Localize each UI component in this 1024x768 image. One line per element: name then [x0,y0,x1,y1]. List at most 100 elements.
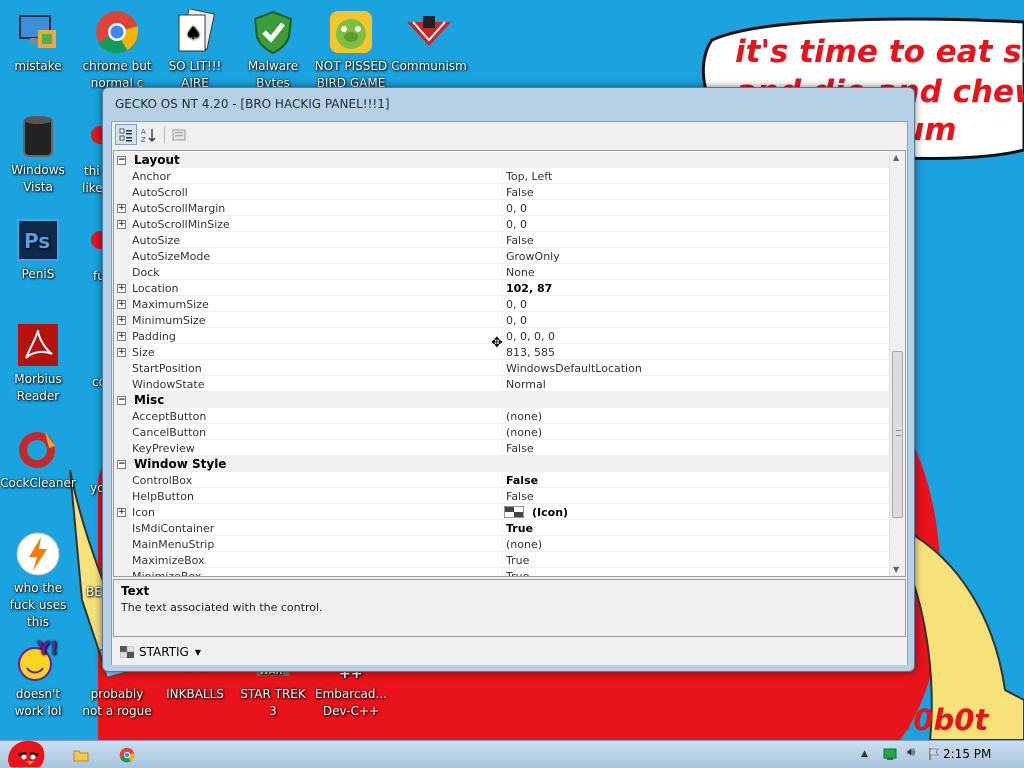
property-value[interactable]: 0, 0 [506,218,527,231]
expand-icon[interactable]: + [117,332,126,341]
property-value[interactable]: None [506,266,535,279]
property-value[interactable]: GrowOnly [506,250,560,263]
column-divider[interactable] [502,184,503,200]
property-value[interactable]: 0, 0 [506,202,527,215]
property-value[interactable]: True [506,554,529,567]
column-divider[interactable] [502,200,503,216]
property-value[interactable]: 102, 87 [506,282,552,295]
taskbar-explorer-button[interactable] [70,744,92,766]
expand-icon[interactable]: + [117,220,126,229]
column-divider[interactable] [502,168,503,184]
startig-split-button[interactable]: STARTIG ▼ [120,643,201,661]
category-row[interactable]: − Window Style [114,456,890,472]
desktop-icon-windows-vista[interactable]: Windows Vista [0,112,76,196]
property-row[interactable]: WindowState Normal [114,376,890,392]
column-divider[interactable] [502,408,503,424]
desktop-icon-photoshop[interactable]: Ps PeniS [0,216,76,283]
property-row[interactable]: Anchor Top, Left [114,168,890,184]
property-value[interactable]: 0, 0 [506,298,527,311]
property-row[interactable]: + Icon (Icon) [114,504,890,520]
clock[interactable]: 2:15 PM [943,747,991,761]
expand-icon[interactable]: + [117,204,126,213]
expand-icon[interactable]: + [117,348,126,357]
category-row[interactable]: − Misc [114,392,890,408]
desktop-icon-lightning[interactable]: who the fuck uses this [0,530,76,631]
taskbar-chrome-button[interactable] [116,744,138,766]
desktop-icon-yahoo[interactable]: Y! doesn't work lol [0,636,76,720]
property-row[interactable]: AutoSizeMode GrowOnly [114,248,890,264]
property-row[interactable]: ControlBox False [114,472,890,488]
column-divider[interactable] [502,568,503,576]
collapse-icon[interactable]: − [117,396,126,405]
dropdown-arrow-icon[interactable]: ▼ [195,648,201,657]
property-row[interactable]: StartPosition WindowsDefaultLocation [114,360,890,376]
property-value[interactable]: Top, Left [506,170,552,183]
desktop-icon-mistake[interactable]: mistake [0,8,76,75]
property-row[interactable]: IsMdiContainer True [114,520,890,536]
desktop-icon-cockcleaner[interactable]: CockCleaner [0,425,76,492]
properties-window[interactable]: GECKO OS NT 4.20 - [BRO HACKIG PANEL!!!1… [102,87,915,672]
property-value[interactable]: 0, 0, 0, 0 [506,330,555,343]
property-row[interactable]: MaximizeBox True [114,552,890,568]
show-hidden-icon[interactable]: ▲ [861,749,868,759]
property-value[interactable]: (Icon) [532,506,568,519]
column-divider[interactable] [502,424,503,440]
property-value[interactable]: (none) [506,538,542,551]
property-value[interactable]: False [506,442,534,455]
property-row[interactable]: + AutoScrollMinSize 0, 0 [114,216,890,232]
property-value[interactable]: Normal [506,378,546,391]
alphabetical-button[interactable]: AZ [138,124,160,145]
property-value[interactable]: True [506,570,529,576]
volume-icon[interactable]: 🔊︎ [907,745,915,760]
expand-icon[interactable]: + [117,508,126,517]
property-row[interactable]: CancelButton (none) [114,424,890,440]
desktop-icon-chrome[interactable]: chrome but normal c [79,8,155,92]
property-value[interactable]: 813, 585 [506,346,555,359]
property-grid[interactable]: − Layout Anchor Top, Left AutoScroll False + Au… [113,150,906,577]
vertical-scrollbar[interactable]: ▲ ▼ [889,151,905,576]
expand-icon[interactable]: + [117,300,126,309]
property-row[interactable]: AcceptButton (none) [114,408,890,424]
category-row[interactable]: − Layout [114,152,890,168]
window-title[interactable]: GECKO OS NT 4.20 - [BRO HACKIG PANEL!!!1… [103,88,914,122]
column-divider[interactable] [502,312,503,328]
property-row[interactable]: + MaximumSize 0, 0 [114,296,890,312]
collapse-icon[interactable]: − [117,156,126,165]
property-row[interactable]: + Location 102, 87 [114,280,890,296]
property-row[interactable]: AutoSize False [114,232,890,248]
property-value[interactable]: False [506,490,534,503]
expand-icon[interactable]: + [117,284,126,293]
column-divider[interactable] [502,216,503,232]
property-row[interactable]: AutoScroll False [114,184,890,200]
property-value[interactable]: False [506,234,534,247]
property-value[interactable]: 0, 0 [506,314,527,327]
property-value[interactable]: False [506,186,534,199]
column-divider[interactable] [502,472,503,488]
desktop-icon-bird-game[interactable]: NOT PISSED BIRD GAME [313,8,389,92]
property-value[interactable]: (none) [506,410,542,423]
scroll-up-arrow-icon[interactable]: ▲ [893,153,899,162]
property-row[interactable]: MinimizeBox True [114,568,890,576]
property-row[interactable]: HelpButton False [114,488,890,504]
column-divider[interactable] [502,232,503,248]
property-value[interactable]: WindowsDefaultLocation [506,362,642,375]
column-divider[interactable] [502,520,503,536]
column-divider[interactable] [502,296,503,312]
column-divider[interactable] [502,552,503,568]
property-row[interactable]: MainMenuStrip (none) [114,536,890,552]
desktop-icon-malwarebytes[interactable]: Malware Bytes [235,8,311,92]
column-divider[interactable] [502,376,503,392]
desktop-icon-morbius-reader[interactable]: Morbius Reader [0,321,76,405]
column-divider[interactable] [502,536,503,552]
column-divider[interactable] [502,440,503,456]
categorized-button[interactable] [115,124,137,145]
property-value[interactable]: (none) [506,426,542,439]
column-divider[interactable] [502,280,503,296]
collapse-icon[interactable]: − [117,460,126,469]
scroll-down-arrow-icon[interactable]: ▼ [893,565,899,574]
property-value[interactable]: False [506,474,538,487]
desktop-icon-communism[interactable]: Communism [391,8,467,75]
property-row[interactable]: + AutoScrollMargin 0, 0 [114,200,890,216]
scroll-thumb[interactable] [892,351,903,518]
start-button[interactable] [4,733,48,768]
